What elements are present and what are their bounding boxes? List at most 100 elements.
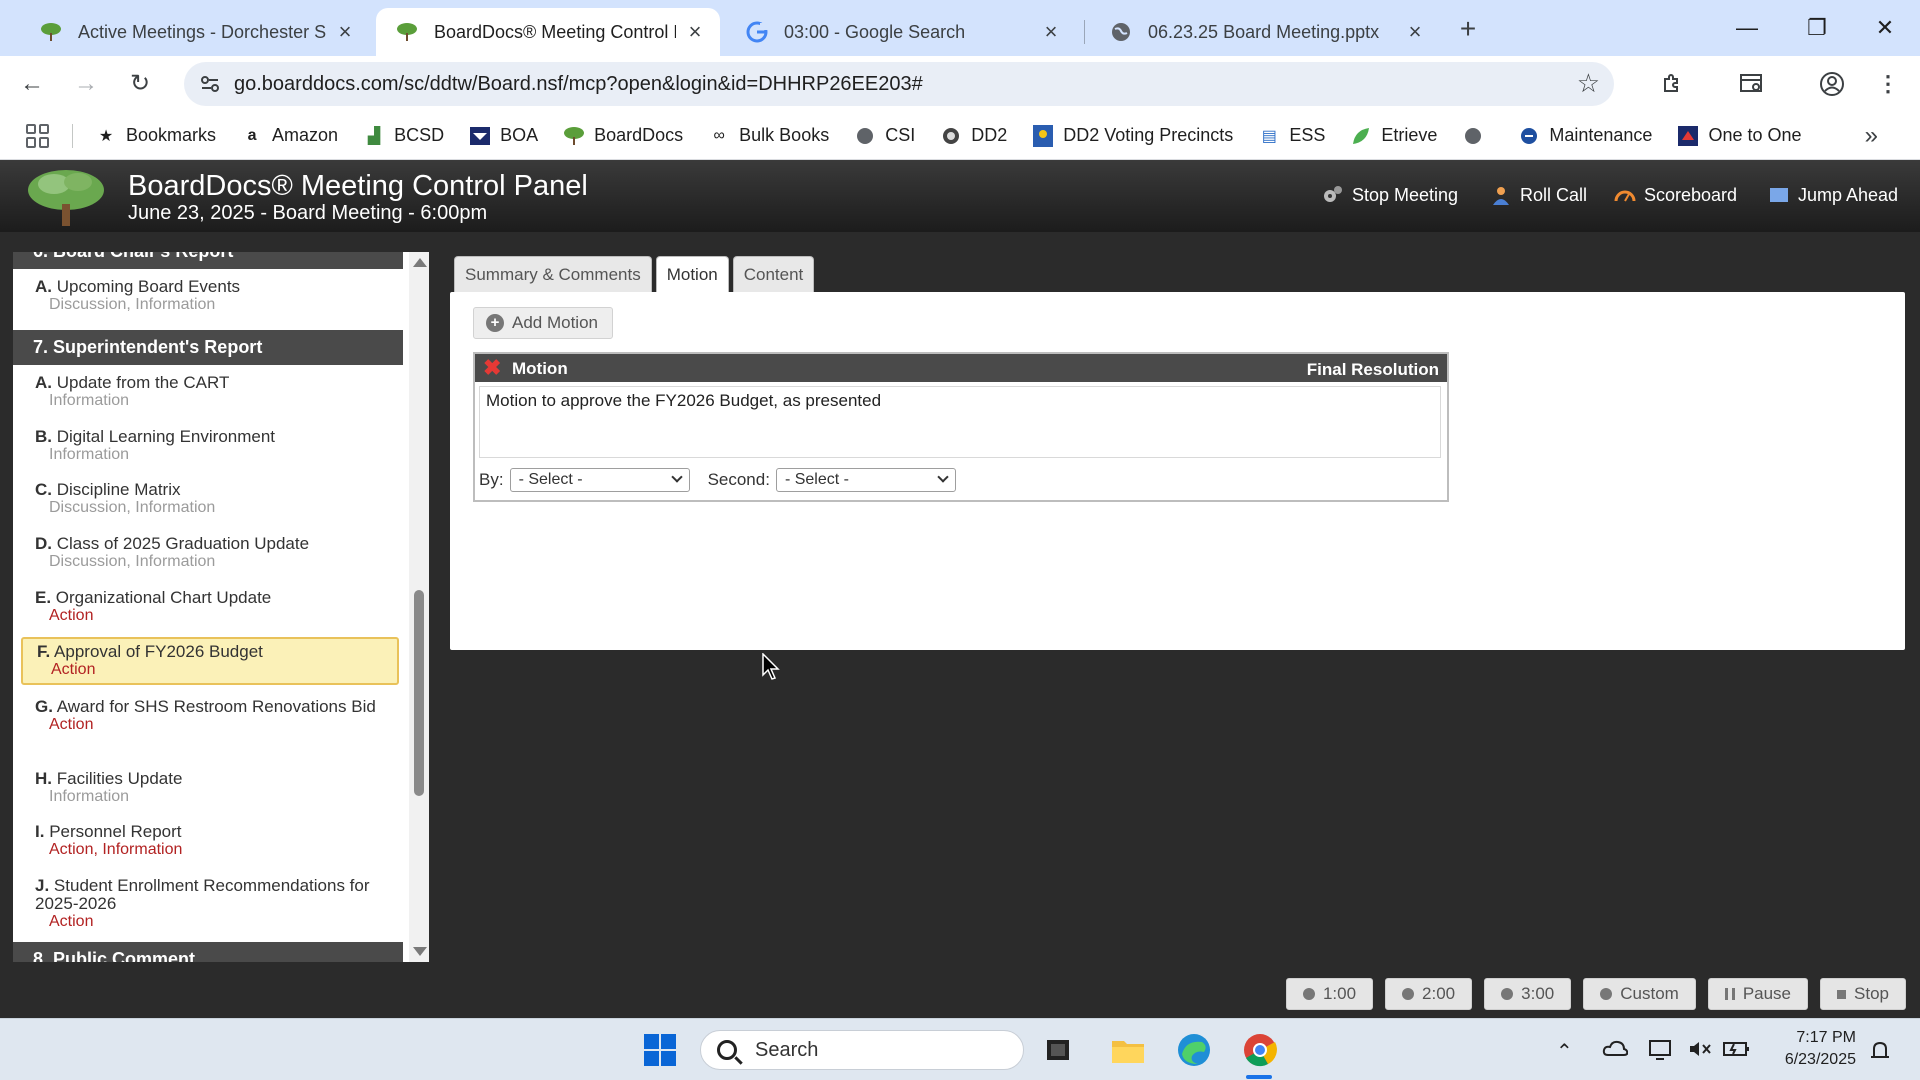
tab-summary-comments[interactable]: Summary & Comments: [454, 256, 652, 292]
profile-avatar-icon[interactable]: [1816, 68, 1848, 100]
agenda-item-title: I. Personnel Report: [35, 822, 182, 841]
delete-x-icon[interactable]: ✖: [483, 357, 501, 379]
motion-status: Final Resolution: [1306, 360, 1439, 379]
extensions-puzzle-icon[interactable]: [1656, 68, 1688, 100]
stop-square-icon: [1837, 989, 1847, 999]
tab-search-icon[interactable]: [1736, 68, 1768, 100]
agenda-item[interactable]: E. Organizational Chart Update Action: [21, 585, 399, 629]
task-view-icon[interactable]: [1036, 1029, 1080, 1071]
bookmark-etrieve[interactable]: Etrieve: [1350, 125, 1437, 147]
system-clock[interactable]: 7:17 PM 6/23/2025: [1766, 1027, 1856, 1071]
boarddocs-tree-favicon-icon: [396, 21, 418, 43]
volume-muted-icon[interactable]: [1688, 1039, 1712, 1065]
meeting-subtitle: June 23, 2025 - Board Meeting - 6:00pm: [128, 202, 488, 224]
scrollbar-thumb[interactable]: [414, 590, 424, 796]
agenda-item[interactable]: B. Digital Learning Environment Informat…: [21, 424, 399, 468]
bookmark-boa[interactable]: BOA: [469, 125, 538, 147]
back-arrow-icon[interactable]: ←: [14, 66, 50, 102]
bookmark-bookmarks[interactable]: ★ Bookmarks: [95, 125, 216, 147]
bookmark-maintenance[interactable]: Maintenance: [1518, 125, 1652, 147]
agenda-section-header[interactable]: 8. Public Comment: [13, 942, 403, 962]
stop-meeting-button[interactable]: Stop Meeting: [1322, 184, 1458, 206]
agenda-item-selected[interactable]: F. Approval of FY2026 Budget Action: [21, 637, 399, 685]
scroll-up-arrow-icon[interactable]: [413, 258, 427, 267]
close-icon[interactable]: ×: [1404, 21, 1426, 43]
tab-motion[interactable]: Motion: [655, 256, 729, 292]
agenda-item-type: Information: [49, 788, 130, 805]
by-select[interactable]: - Select -: [509, 468, 690, 492]
timer-stop-button[interactable]: Stop: [1820, 978, 1906, 1010]
taskbar-search-box[interactable]: Search: [700, 1030, 1024, 1070]
add-motion-button[interactable]: + Add Motion: [473, 307, 613, 339]
motion-text-area[interactable]: Motion to approve the FY2026 Budget, as …: [479, 386, 1441, 458]
agenda-item[interactable]: A. Update from the CART Information: [21, 370, 399, 414]
apps-grid-icon[interactable]: [26, 123, 50, 148]
agenda-item[interactable]: G. Award for SHS Restroom Renovations Bi…: [21, 694, 399, 738]
close-icon[interactable]: ×: [684, 21, 706, 43]
battery-charging-icon[interactable]: [1722, 1039, 1750, 1063]
agenda-item[interactable]: D. Class of 2025 Graduation Update Discu…: [21, 531, 399, 575]
scroll-down-arrow-icon[interactable]: [413, 947, 427, 956]
gears-icon: [1322, 184, 1344, 206]
active-app-indicator: [1246, 1075, 1272, 1079]
panel-tabs: Summary & Comments Motion Content: [454, 256, 818, 292]
address-bar[interactable]: go.boarddocs.com/sc/ddtw/Board.nsf/mcp?o…: [184, 62, 1614, 106]
scoreboard-button[interactable]: Scoreboard: [1614, 184, 1737, 206]
bookmark-bulk-books[interactable]: ∞ Bulk Books: [708, 125, 829, 147]
main-area: 6. Board Chair's Report A. Upcoming Boar…: [0, 232, 1920, 1018]
agenda-item[interactable]: A. Upcoming Board Events Discussion, Inf…: [21, 274, 399, 318]
site-info-icon[interactable]: [198, 72, 222, 96]
tab-google-search[interactable]: 03:00 - Google Search ×: [726, 8, 1076, 56]
tray-chevron-up-icon[interactable]: ⌃: [1556, 1039, 1573, 1064]
sidebar-scrollbar[interactable]: [409, 252, 429, 962]
second-select[interactable]: - Select -: [775, 468, 956, 492]
file-explorer-icon[interactable]: [1106, 1029, 1150, 1071]
new-tab-button[interactable]: +: [1452, 14, 1484, 46]
agenda-item[interactable]: C. Discipline Matrix Discussion, Informa…: [21, 477, 399, 521]
windows-start-icon[interactable]: [638, 1029, 682, 1071]
leaf-icon: [1350, 125, 1372, 147]
agenda-section-header[interactable]: 7. Superintendent's Report: [13, 330, 403, 365]
bookmark-one-to-one[interactable]: One to One: [1677, 125, 1802, 147]
minimize-icon[interactable]: —: [1722, 8, 1772, 48]
notifications-bell-icon[interactable]: [1868, 1039, 1892, 1069]
onedrive-cloud-icon[interactable]: [1602, 1039, 1629, 1063]
agenda-item-type: Discussion, Information: [49, 553, 216, 570]
forward-arrow-icon[interactable]: →: [68, 66, 104, 102]
window-close-icon[interactable]: ✕: [1860, 8, 1910, 48]
timer-pause-button[interactable]: Pause: [1707, 978, 1809, 1010]
timer-3min-button[interactable]: 3:00: [1484, 978, 1572, 1010]
close-icon[interactable]: ×: [1040, 21, 1062, 43]
network-monitor-icon[interactable]: [1648, 1039, 1674, 1067]
agenda-section-header[interactable]: 6. Board Chair's Report: [13, 252, 403, 269]
tab-boarddocs-control-panel[interactable]: BoardDocs® Meeting Control P ×: [376, 8, 720, 56]
bookmark-dd2[interactable]: DD2: [940, 125, 1007, 147]
timer-1min-button[interactable]: 1:00: [1285, 978, 1374, 1010]
bookmark-star-icon[interactable]: ☆: [1577, 68, 1600, 99]
chrome-browser-icon[interactable]: [1238, 1029, 1282, 1071]
bookmark-amazon[interactable]: a Amazon: [241, 125, 339, 147]
bookmark-boarddocs[interactable]: BoardDocs: [563, 125, 683, 147]
timer-2min-button[interactable]: 2:00: [1385, 978, 1473, 1010]
bookmark-dd2-voting-precincts[interactable]: DD2 Voting Precincts: [1032, 124, 1233, 147]
restore-icon[interactable]: ❐: [1792, 8, 1842, 48]
jump-ahead-button[interactable]: Jump Ahead: [1768, 184, 1898, 206]
bookmark-globe[interactable]: [1462, 125, 1493, 147]
roll-call-button[interactable]: Roll Call: [1490, 184, 1587, 206]
bookmarks-overflow-chevron-icon[interactable]: »: [1865, 122, 1878, 150]
reload-icon[interactable]: ↻: [122, 66, 158, 102]
globe-icon: [854, 125, 876, 147]
edge-browser-icon[interactable]: [1172, 1029, 1216, 1071]
agenda-item[interactable]: I. Personnel Report Action, Information: [21, 819, 399, 863]
bookmark-ess[interactable]: ▤ ESS: [1258, 125, 1326, 147]
kebab-menu-icon[interactable]: ⋮: [1872, 68, 1904, 100]
tab-content[interactable]: Content: [732, 256, 815, 292]
bookmark-bcsd[interactable]: ▟ BCSD: [363, 125, 444, 147]
bookmark-csi[interactable]: CSI: [854, 125, 915, 147]
close-icon[interactable]: ×: [334, 21, 356, 43]
tab-board-meeting-pptx[interactable]: 06.23.25 Board Meeting.pptx ×: [1090, 8, 1440, 56]
timer-custom-button[interactable]: Custom: [1583, 978, 1696, 1010]
agenda-item[interactable]: H. Facilities Update Information: [21, 766, 399, 810]
agenda-item[interactable]: J. Student Enrollment Recommendations fo…: [21, 873, 399, 935]
tab-active-meetings[interactable]: Active Meetings - Dorchester S ×: [20, 8, 370, 56]
